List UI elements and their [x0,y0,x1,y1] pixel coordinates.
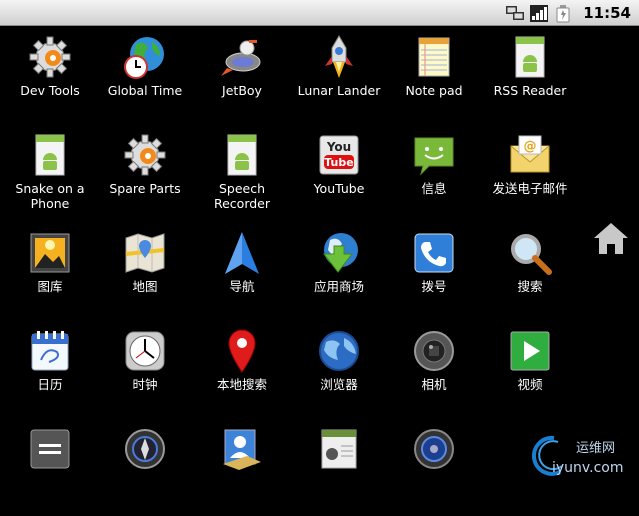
app-label: 本地搜索 [216,377,267,392]
app-label: YouTube [313,181,365,196]
app-label: 图库 [37,279,63,294]
app-gallery[interactable]: 图库 [2,222,98,320]
home-icon [594,223,628,254]
app-email[interactable]: @ 发送电子邮件 [482,124,578,222]
svg-text:@: @ [524,139,537,154]
watermark-label: 运维网 [576,441,615,456]
rocket-icon [221,40,261,76]
battery-icon [556,4,570,22]
app-youtube[interactable]: You Tube YouTube [291,124,387,222]
app-jetboy[interactable]: JetBoy [194,26,290,124]
app-maps[interactable]: 地图 [97,222,193,320]
app-browser[interactable]: 浏览器 [291,320,387,418]
gear-icon [124,134,166,176]
svg-text:Tube: Tube [324,156,353,169]
watermark: 运维网 iyunv.com [532,432,637,478]
youtube-icon: You Tube [319,135,359,175]
app-label: 应用商场 [313,279,364,294]
network-icon [506,5,525,20]
status-time: 11:54 [583,3,631,22]
camera-icon [414,331,454,371]
android-doc-icon [321,429,357,469]
signal-icon [530,4,549,22]
app-label: 导航 [229,279,255,294]
calendar-icon [31,331,69,371]
app-clock[interactable]: 时钟 [97,320,193,418]
app-label: 日历 [37,377,63,392]
globe-clock-icon [124,37,164,79]
app-label: Lunar Lander [297,83,381,98]
app-speech-recorder[interactable]: Speech Recorder [194,124,290,222]
app-grid: Dev Tools Global Time JetBoy Lunar Lande… [0,26,580,480]
app-label: 发送电子邮件 [492,181,568,196]
clock-icon [125,331,165,371]
app-camera[interactable]: 相机 [386,320,482,418]
app-navigation[interactable]: 导航 [194,222,290,320]
app-rss-reader[interactable]: RSS Reader [482,26,578,124]
app-spare-parts[interactable]: Spare Parts [97,124,193,222]
phone-icon [414,233,454,273]
app-label: 地图 [132,279,158,294]
app-label: 浏览器 [320,377,358,392]
app-label: Snake on a Phone [15,181,85,211]
email-icon: @ [510,135,550,173]
message-icon [414,137,454,176]
speaker-icon [414,429,454,469]
watermark-logo-icon: 运维网 iyunv.com [532,435,623,476]
app-compass[interactable] [97,418,193,516]
app-label: JetBoy [222,83,262,98]
app-label: Global Time [107,83,183,98]
app-label: 搜索 [517,279,543,294]
app-label: 相机 [421,377,447,392]
app-label: Note pad [405,83,463,98]
app-calendar[interactable]: 日历 [2,320,98,418]
home-button[interactable] [592,220,630,258]
map-pin-icon [228,329,256,373]
browser-globe-icon [319,331,359,371]
app-local-search[interactable]: 本地搜索 [194,320,290,418]
app-snake[interactable]: Snake on a Phone [2,124,98,222]
app-android-doc[interactable] [291,418,387,516]
app-label: 视频 [517,377,543,392]
compass-icon [125,429,165,469]
map-icon [125,233,165,273]
video-icon [510,331,550,371]
app-search[interactable]: 搜索 [482,222,578,320]
android-doc-icon [515,36,545,78]
android-doc-icon [35,134,65,176]
gallery-icon [30,233,70,273]
svg-text:You: You [326,140,351,154]
calculator-icon [30,429,70,469]
app-global-time[interactable]: Global Time [97,26,193,124]
contacts-icon [223,429,261,470]
status-icons: 11:54 [505,2,631,23]
app-label: 时钟 [132,377,158,392]
app-calculator[interactable] [2,418,98,516]
market-icon [322,233,358,273]
notepad-icon [418,37,450,77]
app-contacts[interactable] [194,418,290,516]
app-lunar-lander[interactable]: Lunar Lander [291,26,387,124]
app-label: RSS Reader [493,83,567,98]
app-video[interactable]: 视频 [482,320,578,418]
app-notepad[interactable]: Note pad [386,26,482,124]
app-dev-tools[interactable]: Dev Tools [2,26,98,124]
status-bar: 11:54 [0,0,639,26]
app-label: Dev Tools [20,83,80,98]
app-market[interactable]: 应用商场 [291,222,387,320]
app-dialer[interactable]: 拨号 [386,222,482,320]
app-messaging[interactable]: 信息 [386,124,482,222]
watermark-domain: iyunv.com [552,460,623,476]
app-label: 信息 [421,181,447,196]
app-label: 拨号 [421,279,447,294]
app-label: Speech Recorder [213,181,271,211]
gear-icon [29,36,71,78]
lander-icon [325,35,353,78]
app-label: Spare Parts [109,181,181,196]
search-icon [511,234,552,275]
app-music[interactable] [386,418,482,516]
navigation-icon [225,232,259,274]
android-doc-icon [227,134,257,176]
